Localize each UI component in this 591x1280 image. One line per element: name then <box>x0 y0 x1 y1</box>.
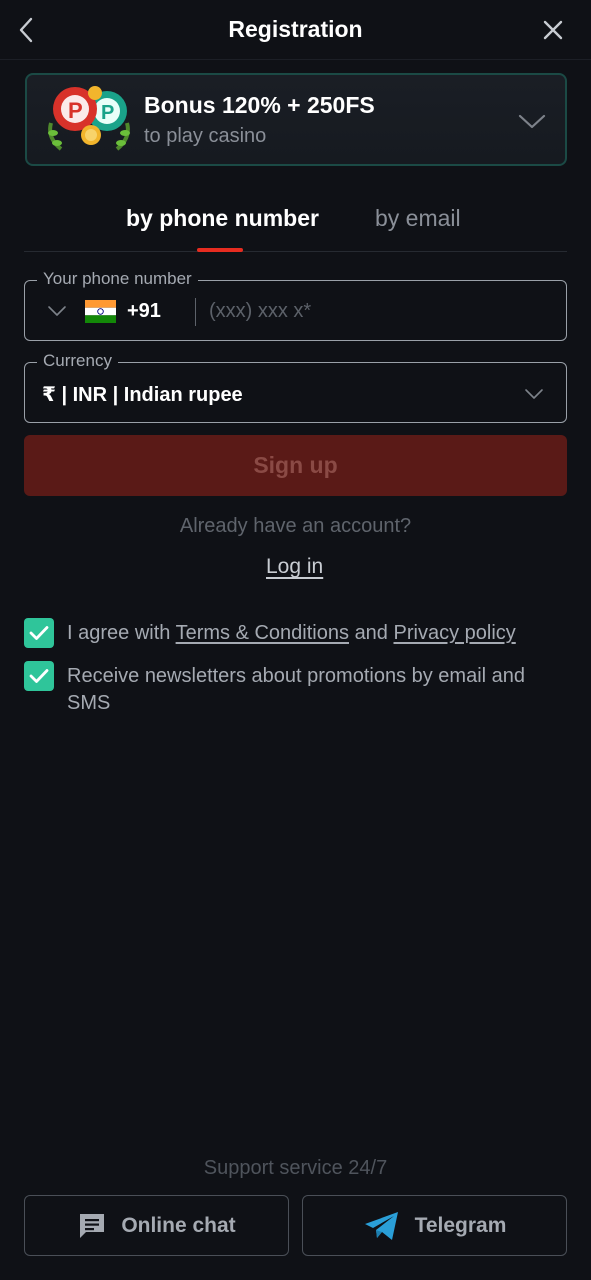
tab-phone-number[interactable]: by phone number <box>126 205 319 232</box>
sign-up-button[interactable]: Sign up <box>24 435 567 496</box>
field-divider <box>195 298 196 326</box>
terms-checkbox[interactable] <box>24 618 54 648</box>
bonus-card[interactable]: P P Bonus 120% + 250FS to play casino <box>25 73 567 166</box>
bonus-subtitle: to play casino <box>144 125 267 147</box>
support-title: Support service 24/7 <box>203 1157 388 1179</box>
currency-select[interactable]: Currency ₹ | INR | Indian rupee <box>24 351 567 423</box>
page-title: Registration <box>228 16 363 42</box>
terms-and: and <box>354 622 388 644</box>
telegram-button[interactable]: Telegram <box>302 1195 567 1256</box>
terms-agreement-row: I agree with Terms & Conditions and Priv… <box>24 618 567 650</box>
phone-number-field: Your phone number +91 <box>24 269 567 341</box>
telegram-label: Telegram <box>414 1213 507 1237</box>
currency-value: ₹ | INR | Indian rupee <box>42 384 243 406</box>
svg-text:P: P <box>101 102 114 124</box>
online-chat-button[interactable]: Online chat <box>24 1195 289 1256</box>
country-chevron-down-icon[interactable] <box>47 305 67 317</box>
telegram-icon <box>363 1210 401 1242</box>
casino-chips-icon: P P <box>48 86 130 151</box>
chevron-down-icon[interactable] <box>517 111 547 131</box>
chat-icon <box>77 1211 107 1241</box>
log-in-link[interactable]: Log in <box>266 555 323 579</box>
checkmark-icon <box>29 626 49 640</box>
newsletter-text: Receive newsletters about promotions by … <box>67 665 526 714</box>
phone-number-input[interactable] <box>209 295 549 327</box>
newsletter-agreement-row: Receive newsletters about promotions by … <box>24 661 567 719</box>
bonus-title: Bonus 120% + 250FS <box>144 92 375 118</box>
svg-text:P: P <box>68 98 83 123</box>
close-button[interactable] <box>537 14 569 46</box>
country-code[interactable]: +91 <box>127 300 161 323</box>
terms-prefix: I agree with <box>67 622 171 644</box>
tab-email[interactable]: by email <box>375 205 461 232</box>
chevron-down-icon <box>525 389 543 399</box>
newsletter-checkbox[interactable] <box>24 661 54 691</box>
terms-conditions-link[interactable]: Terms & Conditions <box>176 622 349 644</box>
active-tab-indicator <box>197 248 243 252</box>
already-have-account-text: Already have an account? <box>179 515 412 537</box>
currency-field-label: Currency <box>37 351 118 371</box>
close-icon <box>543 20 563 40</box>
online-chat-label: Online chat <box>121 1213 236 1237</box>
privacy-policy-link[interactable]: Privacy policy <box>394 622 516 644</box>
header: Registration <box>0 0 591 60</box>
terms-text: I agree with Terms & Conditions and Priv… <box>67 620 516 647</box>
checkmark-icon <box>29 669 49 683</box>
phone-field-label: Your phone number <box>37 269 198 289</box>
registration-tabs: by phone number by email <box>24 196 567 252</box>
india-flag-icon[interactable] <box>85 300 116 323</box>
